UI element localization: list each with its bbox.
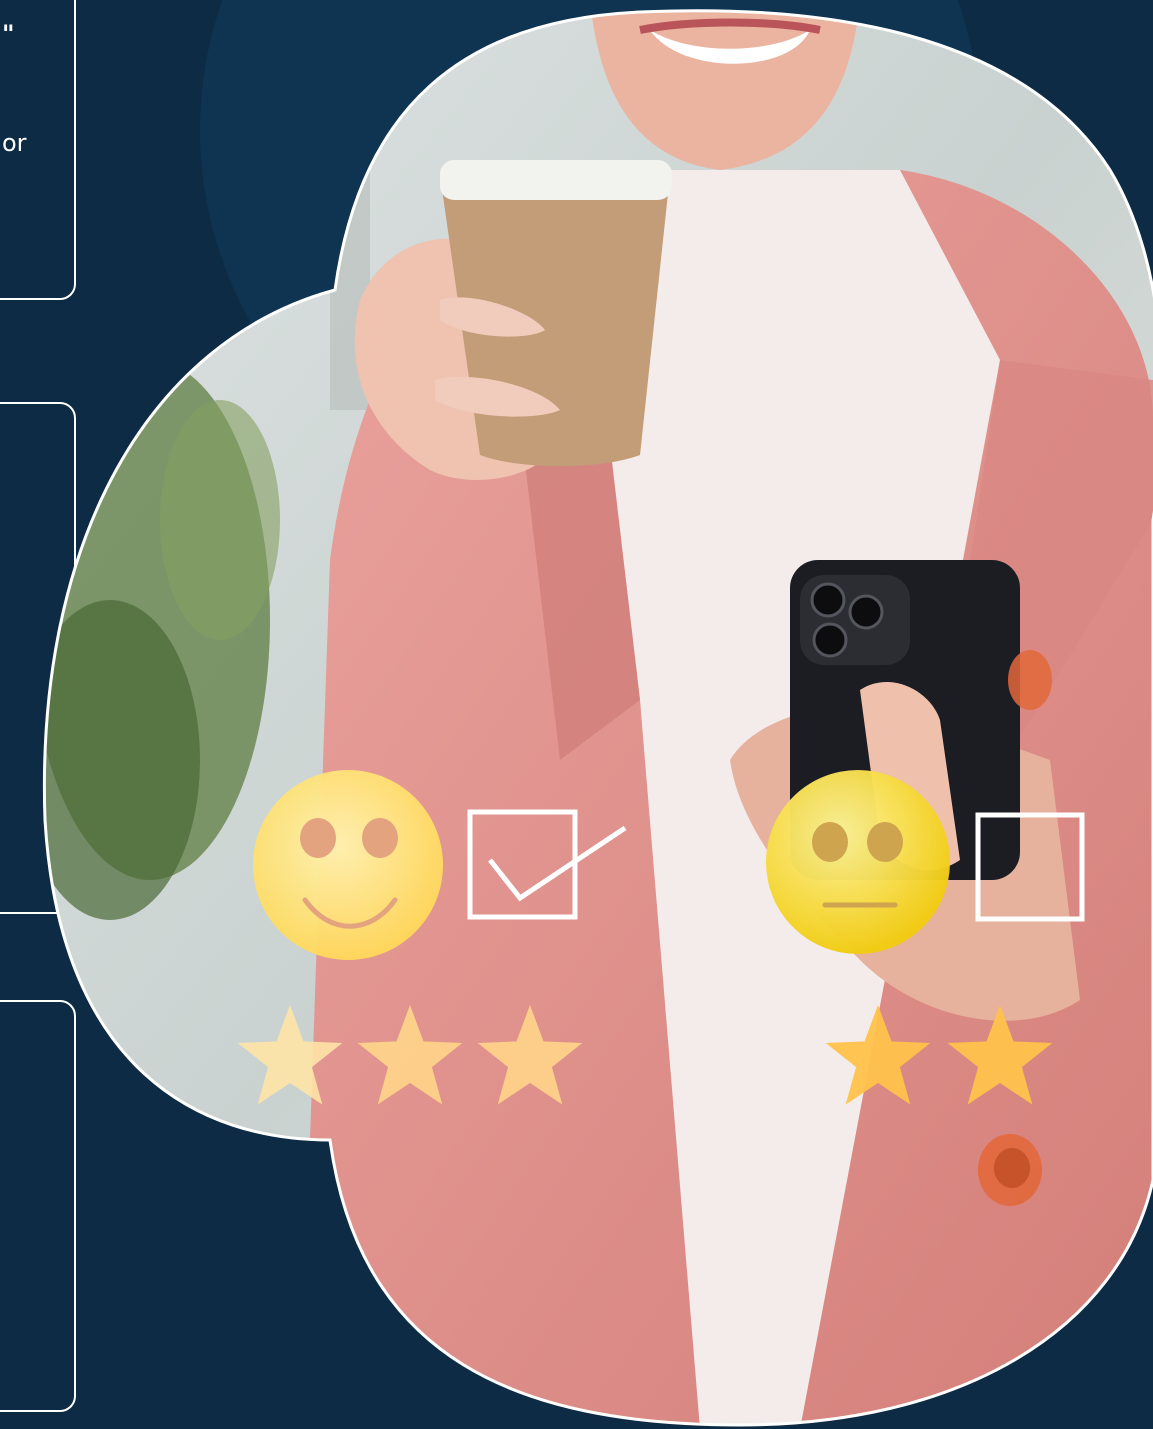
neutral-face-icon bbox=[766, 770, 950, 954]
smiley-face-icon bbox=[253, 770, 443, 960]
photo-illustration bbox=[42, 9, 1153, 1427]
feedback-photo bbox=[0, 0, 1153, 1429]
